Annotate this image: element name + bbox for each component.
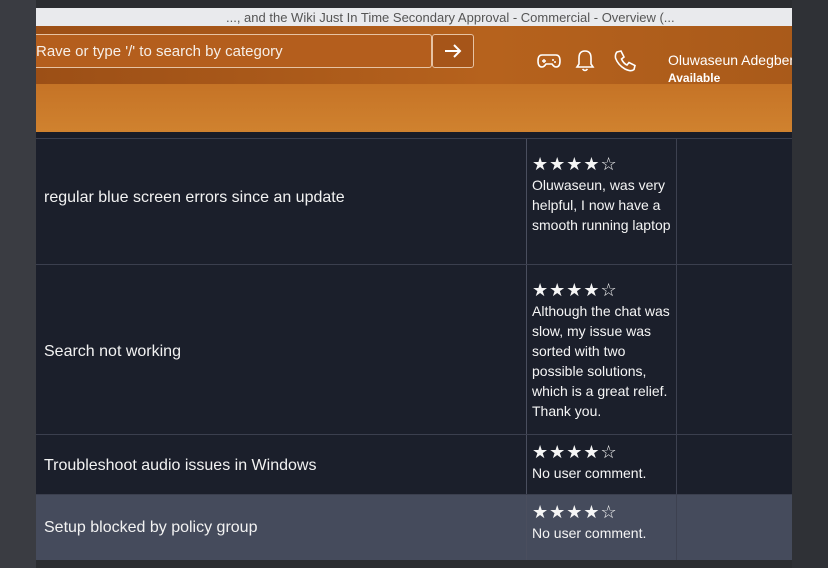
user-comment: Oluwaseun, was very helpful, I now have … [532,177,671,233]
star-rating: ★★★★☆ [532,442,618,462]
photo-left-edge [0,0,36,568]
call-button[interactable] [610,46,640,76]
search-box [36,34,432,68]
feedback-table: regular blue screen errors since an upda… [36,138,792,560]
column-divider [526,435,527,495]
column-divider [676,139,677,265]
user-comment: Although the chat was slow, my issue was… [532,303,670,419]
table-row[interactable]: regular blue screen errors since an upda… [36,138,792,265]
browser-tab-title[interactable]: ..., and the Wiki Just In Time Secondary… [226,9,675,26]
ticket-title[interactable]: regular blue screen errors since an upda… [44,189,345,207]
presence-status[interactable]: Available [668,71,720,85]
user-comment: No user comment. [532,465,647,481]
bell-icon [575,50,595,72]
table-row[interactable]: Search not working ★★★★☆ Although the ch… [36,264,792,435]
photo-right-edge [792,0,828,568]
user-name[interactable]: Oluwaseun Adegbem [668,52,792,68]
games-button[interactable] [534,46,564,76]
search-input[interactable] [36,35,430,67]
column-divider [526,139,527,265]
gamepad-icon [537,54,561,68]
orange-banner [36,84,792,132]
column-divider [676,265,677,435]
ticket-title[interactable]: Search not working [44,343,181,361]
column-divider [526,265,527,435]
column-divider [676,435,677,495]
arrow-right-icon [445,44,462,58]
feedback-cell: ★★★★☆ Oluwaseun, was very helpful, I now… [532,153,672,235]
star-rating: ★★★★☆ [532,154,618,174]
top-bar: ..., and the Wiki Just In Time Secondary… [36,8,792,85]
phone-icon [614,50,636,72]
notifications-button[interactable] [570,46,600,76]
feedback-cell: ★★★★☆ No user comment. [532,501,672,543]
browser-tab-strip: ..., and the Wiki Just In Time Secondary… [36,8,792,26]
column-divider [676,495,677,560]
star-rating: ★★★★☆ [532,502,618,522]
table-row[interactable]: Setup blocked by policy group ★★★★☆ No u… [36,494,792,560]
star-rating: ★★★★☆ [532,280,618,300]
column-divider [526,495,527,560]
ticket-title[interactable]: Troubleshoot audio issues in Windows [44,457,316,475]
user-comment: No user comment. [532,525,647,541]
feedback-cell: ★★★★☆ No user comment. [532,441,672,483]
app-window: ..., and the Wiki Just In Time Secondary… [36,8,792,560]
ticket-title[interactable]: Setup blocked by policy group [44,519,257,537]
table-row[interactable]: Troubleshoot audio issues in Windows ★★★… [36,434,792,495]
search-submit-button[interactable] [432,34,474,68]
feedback-cell: ★★★★☆ Although the chat was slow, my iss… [532,279,672,421]
